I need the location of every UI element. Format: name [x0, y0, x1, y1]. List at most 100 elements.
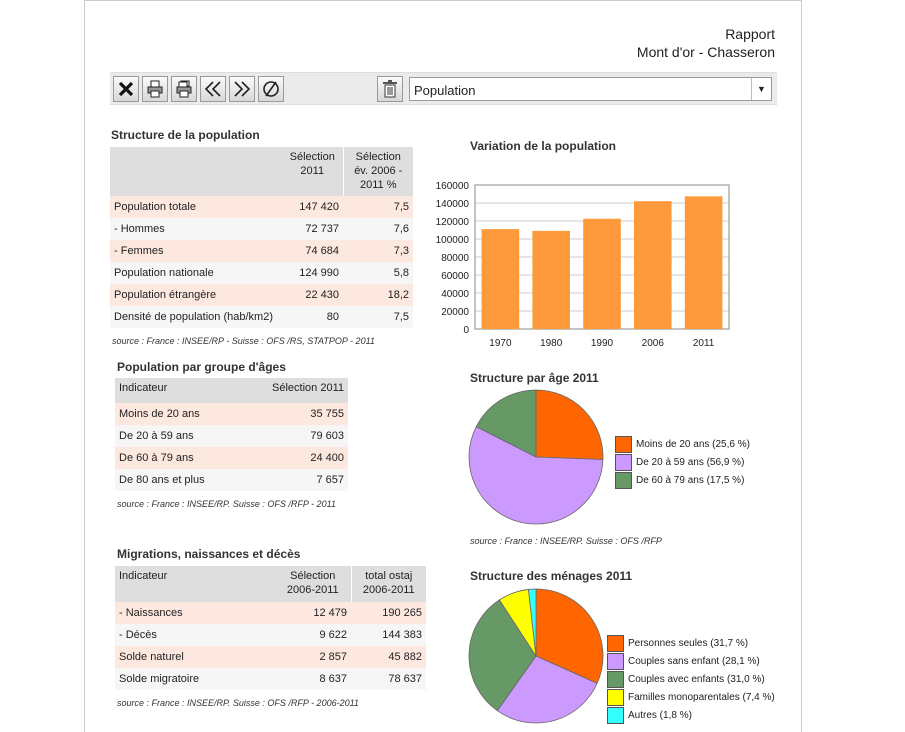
report-subtitle: Mont d'or - Chasseron	[636, 44, 775, 60]
migrations-cell: - Naissances	[115, 602, 275, 624]
migrations-header-1: Sélection 2006-2011	[275, 566, 351, 602]
migrations-header-0: Indicateur	[115, 566, 275, 602]
table-row: - Décès 9 622 144 383	[115, 624, 426, 646]
indicator-select[interactable]: Population ▼	[409, 77, 772, 101]
ages-cell: Moins de 20 ans	[115, 403, 241, 425]
y-tick-label: 100000	[436, 235, 470, 246]
chevron-down-icon[interactable]: ▼	[751, 78, 771, 100]
print-icon[interactable]	[142, 76, 168, 102]
legend-item: Couples sans enfant (28,1 %)	[607, 652, 775, 670]
trash-icon[interactable]	[377, 76, 403, 102]
legend-item: Autres (1,8 %)	[607, 706, 775, 724]
legend-item: De 20 à 59 ans (56,9 %)	[615, 453, 750, 471]
structure-cell: - Femmes	[110, 240, 282, 262]
age-pie-source: source : France : INSEE/RP. Suisse : OFS…	[470, 536, 662, 546]
ages-table: Indicateur Sélection 2011 Moins de 20 an…	[115, 378, 348, 491]
ages-cell: 7 657	[240, 469, 348, 491]
y-tick-label: 160000	[436, 181, 470, 192]
ages-cell: De 20 à 59 ans	[115, 425, 241, 447]
table-row: Population totale 147 420 7,5	[110, 196, 413, 218]
structure-cell: 74 684	[282, 240, 343, 262]
age-pie-title: Structure par âge 2011	[470, 371, 599, 385]
ages-cell: De 80 ans et plus	[115, 469, 241, 491]
y-tick-label: 40000	[441, 289, 469, 300]
legend-item: Familles monoparentales (7,4 %)	[607, 688, 775, 706]
structure-cell: 80	[282, 306, 343, 328]
legend-swatch	[607, 688, 624, 706]
bar-1970	[481, 229, 520, 329]
legend-label: Autres (1,8 %)	[628, 709, 692, 721]
age-pie-chart	[468, 389, 604, 525]
legend-label: Moins de 20 ans (25,6 %)	[636, 438, 750, 450]
structure-cell: 7,6	[343, 218, 413, 240]
bar-1980	[532, 230, 570, 329]
table-row: Densité de population (hab/km2) 80 7,5	[110, 306, 413, 328]
legend-swatch	[607, 706, 624, 724]
household-pie-title: Structure des ménages 2011	[470, 569, 633, 583]
structure-title: Structure de la population	[111, 128, 260, 142]
x-tick-label: 2011	[693, 338, 715, 349]
table-row: Solde naturel 2 857 45 882	[115, 646, 426, 668]
structure-cell: Population totale	[110, 196, 282, 218]
indicator-select-value: Population	[414, 83, 476, 98]
ages-cell: 35 755	[240, 403, 348, 425]
migrations-cell: - Décès	[115, 624, 275, 646]
structure-header-0	[110, 147, 282, 196]
legend-swatch	[615, 453, 632, 471]
population-bar-chart: 0 20000 40000 60000 80000 100000 120000 140000 1…	[436, 181, 730, 349]
legend-label: Familles monoparentales (7,4 %)	[628, 691, 775, 703]
x-tick-label: 1980	[540, 338, 563, 349]
bar-1990	[583, 218, 621, 329]
ages-cell: De 60 à 79 ans	[115, 447, 241, 469]
ages-cell: 79 603	[240, 425, 348, 447]
report-header: Rapport Mont d'or - Chasseron	[637, 25, 775, 61]
structure-cell: 7,3	[343, 240, 413, 262]
bar-chart-title: Variation de la population	[470, 139, 617, 153]
legend-label: Personnes seules (31,7 %)	[628, 637, 749, 649]
ages-header-1: Sélection 2011	[240, 378, 348, 403]
close-icon[interactable]	[113, 76, 139, 102]
pie-slice	[535, 389, 604, 460]
migrations-title: Migrations, naissances et décès	[117, 547, 301, 561]
print-all-icon[interactable]	[171, 76, 197, 102]
structure-source: source : France : INSEE/RP - Suisse : OF…	[112, 336, 375, 346]
table-row: De 80 ans et plus 7 657	[115, 469, 348, 491]
migrations-cell: Solde migratoire	[115, 668, 275, 690]
structure-cell: - Hommes	[110, 218, 282, 240]
clear-icon[interactable]	[258, 76, 284, 102]
y-tick-label: 60000	[441, 271, 469, 282]
migrations-cell: 144 383	[351, 624, 426, 646]
ages-cell: 24 400	[240, 447, 348, 469]
structure-cell: 124 990	[282, 262, 343, 284]
table-row: Population nationale 124 990 5,8	[110, 262, 413, 284]
migrations-cell: 190 265	[351, 602, 426, 624]
structure-cell: 5,8	[343, 262, 413, 284]
migrations-table: Indicateur Sélection 2006-2011 total osta…	[115, 566, 426, 690]
legend-item: Couples avec enfants (31,0 %)	[607, 670, 775, 688]
legend-label: Couples avec enfants (31,0 %)	[628, 673, 765, 685]
migrations-cell: 9 622	[275, 624, 351, 646]
ages-header-0: Indicateur	[115, 378, 241, 403]
legend-swatch	[615, 435, 632, 453]
migrations-header-2: total ostaj 2006-2011	[350, 566, 426, 602]
ages-title: Population par groupe d'âges	[117, 360, 286, 374]
previous-icon[interactable]	[200, 76, 226, 102]
household-pie-legend: Personnes seules (31,7 %) Couples sans en…	[607, 634, 775, 724]
structure-cell: 72 737	[282, 218, 343, 240]
y-tick-label: 140000	[436, 199, 470, 210]
migrations-cell: 45 882	[351, 646, 426, 668]
x-tick-label: 2006	[642, 338, 665, 349]
table-row: - Naissances 12 479 190 265	[115, 602, 426, 624]
legend-item: De 60 à 79 ans (17,5 %)	[615, 471, 750, 489]
legend-item: Personnes seules (31,7 %)	[607, 634, 775, 652]
y-tick-label: 120000	[436, 217, 470, 228]
migrations-cell: 8 637	[275, 668, 351, 690]
structure-cell: Population nationale	[110, 262, 282, 284]
table-row: Population étrangère 22 430 18,2	[110, 284, 413, 306]
next-icon[interactable]	[229, 76, 255, 102]
structure-cell: 7,5	[343, 196, 413, 218]
migrations-cell: 2 857	[275, 646, 351, 668]
table-row: - Femmes 74 684 7,3	[110, 240, 413, 262]
household-pie-chart	[468, 588, 604, 724]
table-row: De 20 à 59 ans 79 603	[115, 425, 348, 447]
